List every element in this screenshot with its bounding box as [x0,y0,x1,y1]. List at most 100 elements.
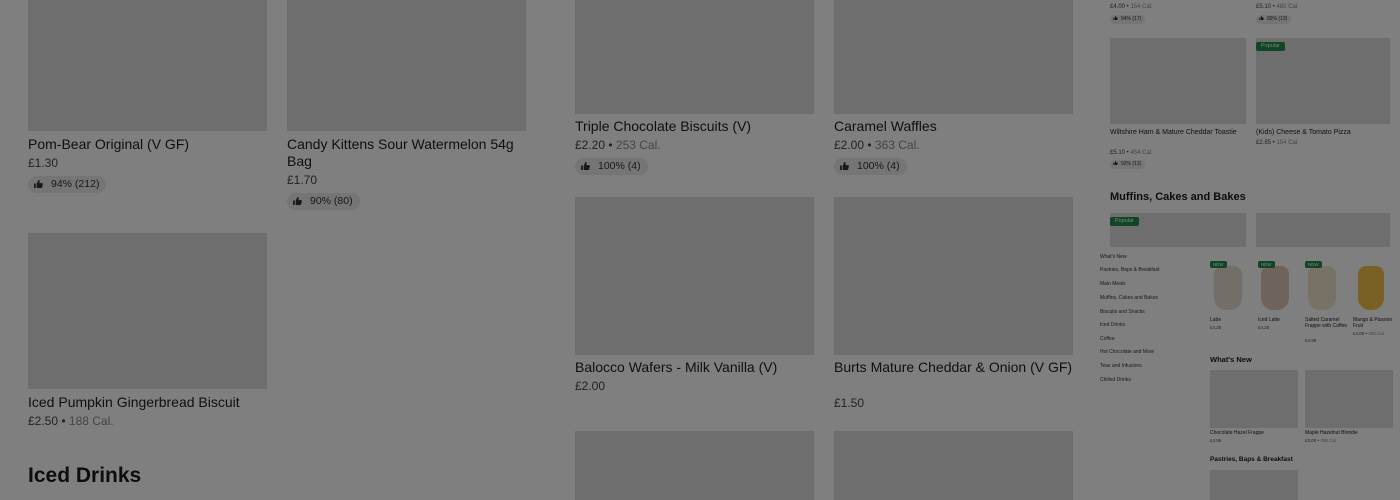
price-text: £1.30 [28,156,59,170]
price-text: £2.85 [1256,140,1272,146]
price-text: £2.00 [575,379,606,393]
item-name[interactable]: Candy Kittens Sour Watermelon 54g Bag [287,136,532,170]
price-text: £3.00 [1305,438,1317,443]
item-image[interactable] [1305,370,1393,428]
item-name[interactable]: Burts Mature Cheddar & Onion (V GF) [834,359,1073,376]
item-price: £5.10 • 454 Cal. [1110,150,1153,156]
rating-badge: 90% (80) [287,193,360,210]
nav-item-iced-drinks[interactable]: Iced Drinks [1100,322,1125,328]
nav-item-muffins[interactable]: Muffins, Cakes and Bakes [1100,295,1158,301]
rating-text: 89% (13) [1267,16,1288,22]
item-name[interactable]: Iced Pumpkin Gingerbread Biscuit [28,394,288,411]
thumbs-up-icon [1113,161,1118,165]
nav-item-biscuits[interactable]: Biscuits and Snacks [1100,309,1145,315]
drink-image-mango-passion-fruit[interactable] [1358,266,1384,310]
drink-image-salted-caramel-frappe[interactable] [1308,266,1336,310]
thumbs-up-icon [1259,16,1264,20]
item-name[interactable]: Iced Latte [1258,317,1302,323]
item-price: £5.10 • 480 Cal. [1256,4,1299,10]
item-price: £2.50 • 188 Cal. [28,414,114,428]
price-text: £5.10 [1110,150,1126,156]
item-name[interactable]: Wiltshire Ham & Mature Cheddar Toastie [1110,129,1248,137]
thumbs-up-icon [293,197,302,205]
new-badge: NEW [1305,261,1322,268]
item-name[interactable]: Caramel Waffles [834,118,1073,135]
nav-item-whats-new[interactable]: What's New [1100,254,1127,260]
item-price: £1.30 [28,156,58,171]
drink-image-iced-latte[interactable] [1261,266,1289,310]
item-image[interactable] [28,233,267,389]
price-text: £2.50 [28,414,59,428]
price-text: £4.00 [1110,4,1126,10]
menu-panel-overview: What's New Pastries, Baps & Breakfast Ma… [1094,252,1400,500]
calories-text: 253 Cal. [615,138,661,152]
nav-item-main-meals[interactable]: Main Meals [1100,281,1126,287]
item-price: £4.95 [1210,438,1222,443]
rating-text: 94% (212) [51,178,100,190]
thumbs-up-icon [1113,16,1118,20]
rating-badge: 94% (17) [1110,15,1146,24]
rating-badge: 94% (212) [28,176,107,193]
menu-panel-biscuits: Triple Chocolate Biscuits (V) £2.20 • 25… [547,0,1089,500]
item-price: £1.70 [287,173,317,188]
menu-panel-main-meals: £4.00 • 154 Cal. 94% (17) £5.10 • 480 Ca… [1094,0,1400,247]
item-image[interactable] [287,0,526,131]
item-image[interactable] [1210,470,1298,500]
nav-item-teas[interactable]: Teas and Infusions [1100,363,1142,369]
item-price: £2.20 • 253 Cal. [575,138,661,152]
calories-text: 360 Cal. [1368,331,1386,336]
item-name[interactable]: Maple Hazelnut Blondie [1305,430,1395,436]
rating-text: 92% (13) [1121,161,1142,167]
item-name[interactable]: Mango & Passion Fruit [1353,317,1399,329]
rating-text: 100% (4) [598,160,641,172]
thumbs-up-icon [581,162,590,170]
item-image[interactable] [1210,370,1298,428]
item-image[interactable] [834,0,1073,114]
item-image[interactable] [575,431,814,500]
price-text: £2.00 [834,138,865,152]
item-name[interactable]: Salted Caramel Frappe with Coffee [1305,317,1349,329]
item-price: £4.20 [1210,325,1222,330]
price-text: £5.10 [1256,4,1272,10]
price-text: £1.50 [834,396,865,410]
rating-text: 94% (17) [1121,16,1142,22]
item-name[interactable]: Pom-Bear Original (V GF) [28,136,267,153]
calories-text: 154 Cal. [1130,4,1153,10]
item-price: £4.95 [1305,338,1317,343]
price-text: £1.70 [287,173,318,187]
rating-badge: 100% (4) [834,158,907,175]
item-image[interactable] [1256,213,1390,247]
nav-item-coffee[interactable]: Coffee [1100,336,1115,342]
item-price: £4.20 [1258,325,1270,330]
rating-badge: 92% (13) [1110,160,1146,169]
calories-text: 480 Cal. [1276,4,1299,10]
calories-text: 188 Cal. [68,414,114,428]
item-image[interactable] [834,431,1073,500]
nav-item-pastries[interactable]: Pastries, Baps & Breakfast [1100,267,1159,273]
price-text: £2.20 [575,138,606,152]
item-image[interactable] [834,197,1073,355]
drink-image-latte[interactable] [1214,266,1242,310]
item-image[interactable] [1110,38,1246,124]
item-image[interactable] [575,197,814,355]
new-badge: NEW [1210,261,1227,268]
item-price: £1.50 [834,396,864,411]
price-text: £4.00 [1353,331,1365,336]
item-name[interactable]: Triple Chocolate Biscuits (V) [575,118,814,135]
item-image[interactable] [28,0,267,131]
nav-item-hot-chocolate[interactable]: Hot Chocolate and More [1100,349,1154,355]
item-name[interactable]: Chocolate Hazel Frappe [1210,430,1300,436]
item-name[interactable]: Latte [1210,317,1254,323]
item-name[interactable]: Balocco Wafers - Milk Vanilla (V) [575,359,814,376]
thumbs-up-icon [840,162,849,170]
item-name[interactable]: (Kids) Cheese & Tomato Pizza [1256,129,1396,137]
item-price: £4.00 • 154 Cal. [1110,4,1153,10]
thumbs-up-icon [34,180,43,188]
section-heading: Pastries, Baps & Breakfast [1210,456,1293,463]
nav-item-chilled-drinks[interactable]: Chilled Drinks [1100,377,1131,383]
calories-text: 154 Cal. [1276,140,1299,146]
calories-text: 306 Cal. [1320,438,1338,443]
rating-text: 90% (80) [310,195,353,207]
section-heading: Muffins, Cakes and Bakes [1110,191,1246,203]
item-image[interactable] [575,0,814,114]
